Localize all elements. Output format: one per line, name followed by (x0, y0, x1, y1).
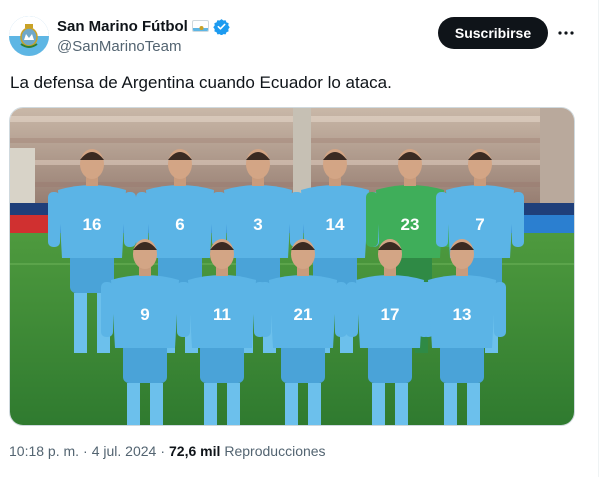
svg-text:21: 21 (294, 305, 313, 324)
san-marino-flag-icon (191, 20, 209, 32)
author-display-name[interactable]: San Marino Fútbol (57, 18, 188, 35)
meta-separator: · (160, 443, 165, 459)
avatar[interactable] (9, 16, 49, 56)
svg-text:23: 23 (401, 215, 420, 234)
svg-text:16: 16 (83, 215, 102, 234)
tweet-meta: 10:18 p. m. · 4 jul. 2024 · 72,6 mil Rep… (9, 443, 326, 459)
meta-separator: · (83, 443, 88, 459)
svg-text:17: 17 (381, 305, 400, 324)
svg-text:3: 3 (253, 215, 262, 234)
svg-text:9: 9 (140, 305, 149, 324)
more-options-icon[interactable] (555, 22, 577, 44)
views-count: 72,6 mil (169, 443, 221, 459)
tweet-photo[interactable]: 16 6 3 14 23 7 9 11 21 17 13 (9, 107, 575, 426)
tweet-card: San Marino Fútbol @SanMarinoTeam Suscrib… (0, 0, 599, 477)
svg-text:6: 6 (175, 215, 184, 234)
author-handle[interactable]: @SanMarinoTeam (57, 38, 181, 55)
tweet-time[interactable]: 10:18 p. m. (9, 443, 79, 459)
subscribe-button[interactable]: Suscribirse (438, 17, 548, 49)
views-label: Reproducciones (224, 443, 326, 459)
tweet-date[interactable]: 4 jul. 2024 (92, 443, 157, 459)
svg-text:13: 13 (453, 305, 472, 324)
tweet-text: La defensa de Argentina cuando Ecuador l… (10, 73, 392, 92)
svg-text:11: 11 (213, 305, 231, 324)
verified-badge-icon (213, 18, 230, 35)
svg-text:14: 14 (326, 215, 345, 234)
author-name-row: San Marino Fútbol (57, 16, 230, 36)
san-marino-crest-icon (9, 16, 49, 56)
svg-text:7: 7 (475, 215, 484, 234)
